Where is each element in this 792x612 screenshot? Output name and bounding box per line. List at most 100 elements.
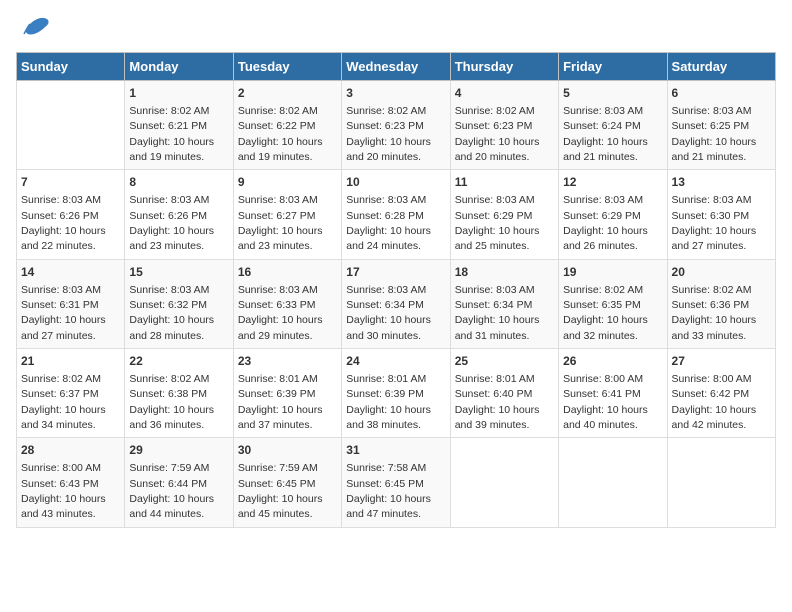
- day-number: 26: [563, 353, 662, 370]
- day-number: 30: [238, 442, 337, 459]
- day-info: Sunrise: 8:02 AM Sunset: 6:38 PM Dayligh…: [129, 373, 214, 431]
- day-number: 18: [455, 264, 554, 281]
- day-number: 1: [129, 85, 228, 102]
- header-sunday: Sunday: [17, 53, 125, 81]
- day-info: Sunrise: 8:03 AM Sunset: 6:28 PM Dayligh…: [346, 194, 431, 252]
- day-info: Sunrise: 8:01 AM Sunset: 6:39 PM Dayligh…: [346, 373, 431, 431]
- calendar-cell: 3 Sunrise: 8:02 AM Sunset: 6:23 PM Daylig…: [342, 81, 450, 170]
- calendar-cell: 17 Sunrise: 8:03 AM Sunset: 6:34 PM Dayli…: [342, 259, 450, 348]
- day-info: Sunrise: 8:02 AM Sunset: 6:23 PM Dayligh…: [455, 105, 540, 163]
- day-info: Sunrise: 7:59 AM Sunset: 6:44 PM Dayligh…: [129, 462, 214, 520]
- day-info: Sunrise: 8:01 AM Sunset: 6:39 PM Dayligh…: [238, 373, 323, 431]
- calendar-cell: 24 Sunrise: 8:01 AM Sunset: 6:39 PM Dayli…: [342, 349, 450, 438]
- day-info: Sunrise: 7:58 AM Sunset: 6:45 PM Dayligh…: [346, 462, 431, 520]
- day-number: 7: [21, 174, 120, 191]
- calendar-cell: 9 Sunrise: 8:03 AM Sunset: 6:27 PM Daylig…: [233, 170, 341, 259]
- day-number: 11: [455, 174, 554, 191]
- day-info: Sunrise: 8:02 AM Sunset: 6:23 PM Dayligh…: [346, 105, 431, 163]
- day-number: 29: [129, 442, 228, 459]
- day-number: 13: [672, 174, 771, 191]
- calendar-week-row: 14Sunrise: 8:03 AM Sunset: 6:31 PM Dayli…: [17, 259, 776, 348]
- day-number: 25: [455, 353, 554, 370]
- day-info: Sunrise: 8:03 AM Sunset: 6:31 PM Dayligh…: [21, 284, 106, 342]
- day-info: Sunrise: 8:03 AM Sunset: 6:29 PM Dayligh…: [455, 194, 540, 252]
- calendar-cell: 8 Sunrise: 8:03 AM Sunset: 6:26 PM Daylig…: [125, 170, 233, 259]
- day-info: Sunrise: 8:03 AM Sunset: 6:34 PM Dayligh…: [455, 284, 540, 342]
- calendar-cell: 18 Sunrise: 8:03 AM Sunset: 6:34 PM Dayli…: [450, 259, 558, 348]
- calendar-cell: 4Sunrise: 8:02 AM Sunset: 6:23 PM Daylig…: [450, 81, 558, 170]
- header-tuesday: Tuesday: [233, 53, 341, 81]
- calendar-cell: 7 Sunrise: 8:03 AM Sunset: 6:26 PM Daylig…: [17, 170, 125, 259]
- header-thursday: Thursday: [450, 53, 558, 81]
- day-number: 15: [129, 264, 228, 281]
- day-number: 24: [346, 353, 445, 370]
- day-info: Sunrise: 8:03 AM Sunset: 6:24 PM Dayligh…: [563, 105, 648, 163]
- day-number: 27: [672, 353, 771, 370]
- day-number: 16: [238, 264, 337, 281]
- day-number: 5: [563, 85, 662, 102]
- header-saturday: Saturday: [667, 53, 775, 81]
- calendar-cell: [667, 438, 775, 527]
- day-number: 2: [238, 85, 337, 102]
- day-info: Sunrise: 8:03 AM Sunset: 6:33 PM Dayligh…: [238, 284, 323, 342]
- day-number: 17: [346, 264, 445, 281]
- day-info: Sunrise: 7:59 AM Sunset: 6:45 PM Dayligh…: [238, 462, 323, 520]
- calendar-header-row: SundayMondayTuesdayWednesdayThursdayFrid…: [17, 53, 776, 81]
- day-number: 9: [238, 174, 337, 191]
- day-number: 3: [346, 85, 445, 102]
- calendar-cell: 6Sunrise: 8:03 AM Sunset: 6:25 PM Daylig…: [667, 81, 775, 170]
- day-info: Sunrise: 8:03 AM Sunset: 6:34 PM Dayligh…: [346, 284, 431, 342]
- calendar-cell: 28 Sunrise: 8:00 AM Sunset: 6:43 PM Dayli…: [17, 438, 125, 527]
- day-number: 22: [129, 353, 228, 370]
- day-info: Sunrise: 8:01 AM Sunset: 6:40 PM Dayligh…: [455, 373, 540, 431]
- calendar-week-row: 7 Sunrise: 8:03 AM Sunset: 6:26 PM Daylig…: [17, 170, 776, 259]
- day-info: Sunrise: 8:00 AM Sunset: 6:41 PM Dayligh…: [563, 373, 648, 431]
- day-info: Sunrise: 8:02 AM Sunset: 6:36 PM Dayligh…: [672, 284, 757, 342]
- calendar-week-row: 21Sunrise: 8:02 AM Sunset: 6:37 PM Dayli…: [17, 349, 776, 438]
- calendar-cell: 5 Sunrise: 8:03 AM Sunset: 6:24 PM Daylig…: [559, 81, 667, 170]
- calendar-cell: 2 Sunrise: 8:02 AM Sunset: 6:22 PM Daylig…: [233, 81, 341, 170]
- calendar-cell: 27 Sunrise: 8:00 AM Sunset: 6:42 PM Dayli…: [667, 349, 775, 438]
- calendar-cell: 20 Sunrise: 8:02 AM Sunset: 6:36 PM Dayli…: [667, 259, 775, 348]
- calendar-cell: 14Sunrise: 8:03 AM Sunset: 6:31 PM Dayli…: [17, 259, 125, 348]
- calendar-cell: 19 Sunrise: 8:02 AM Sunset: 6:35 PM Dayli…: [559, 259, 667, 348]
- calendar-cell: 10Sunrise: 8:03 AM Sunset: 6:28 PM Dayli…: [342, 170, 450, 259]
- day-info: Sunrise: 8:02 AM Sunset: 6:21 PM Dayligh…: [129, 105, 214, 163]
- day-number: 20: [672, 264, 771, 281]
- calendar-cell: 26 Sunrise: 8:00 AM Sunset: 6:41 PM Dayli…: [559, 349, 667, 438]
- calendar-cell: 12 Sunrise: 8:03 AM Sunset: 6:29 PM Dayli…: [559, 170, 667, 259]
- day-info: Sunrise: 8:03 AM Sunset: 6:26 PM Dayligh…: [129, 194, 214, 252]
- day-info: Sunrise: 8:03 AM Sunset: 6:27 PM Dayligh…: [238, 194, 323, 252]
- day-number: 12: [563, 174, 662, 191]
- calendar-cell: 1 Sunrise: 8:02 AM Sunset: 6:21 PM Daylig…: [125, 81, 233, 170]
- day-info: Sunrise: 8:02 AM Sunset: 6:35 PM Dayligh…: [563, 284, 648, 342]
- day-info: Sunrise: 8:03 AM Sunset: 6:26 PM Dayligh…: [21, 194, 106, 252]
- page-header: [16, 16, 776, 40]
- logo: [16, 16, 52, 40]
- header-wednesday: Wednesday: [342, 53, 450, 81]
- calendar-cell: [559, 438, 667, 527]
- calendar-cell: 15 Sunrise: 8:03 AM Sunset: 6:32 PM Dayli…: [125, 259, 233, 348]
- day-info: Sunrise: 8:02 AM Sunset: 6:22 PM Dayligh…: [238, 105, 323, 163]
- day-number: 23: [238, 353, 337, 370]
- calendar-table: SundayMondayTuesdayWednesdayThursdayFrid…: [16, 52, 776, 528]
- calendar-cell: 31Sunrise: 7:58 AM Sunset: 6:45 PM Dayli…: [342, 438, 450, 527]
- calendar-cell: 25 Sunrise: 8:01 AM Sunset: 6:40 PM Dayli…: [450, 349, 558, 438]
- day-info: Sunrise: 8:00 AM Sunset: 6:43 PM Dayligh…: [21, 462, 106, 520]
- day-info: Sunrise: 8:00 AM Sunset: 6:42 PM Dayligh…: [672, 373, 757, 431]
- day-info: Sunrise: 8:03 AM Sunset: 6:29 PM Dayligh…: [563, 194, 648, 252]
- calendar-cell: 21Sunrise: 8:02 AM Sunset: 6:37 PM Dayli…: [17, 349, 125, 438]
- day-info: Sunrise: 8:03 AM Sunset: 6:25 PM Dayligh…: [672, 105, 757, 163]
- day-number: 19: [563, 264, 662, 281]
- calendar-week-row: 1 Sunrise: 8:02 AM Sunset: 6:21 PM Daylig…: [17, 81, 776, 170]
- calendar-cell: 23 Sunrise: 8:01 AM Sunset: 6:39 PM Dayli…: [233, 349, 341, 438]
- day-number: 21: [21, 353, 120, 370]
- day-info: Sunrise: 8:03 AM Sunset: 6:32 PM Dayligh…: [129, 284, 214, 342]
- calendar-cell: 29 Sunrise: 7:59 AM Sunset: 6:44 PM Dayli…: [125, 438, 233, 527]
- calendar-cell: [17, 81, 125, 170]
- calendar-cell: 22 Sunrise: 8:02 AM Sunset: 6:38 PM Dayli…: [125, 349, 233, 438]
- day-number: 8: [129, 174, 228, 191]
- calendar-cell: 11 Sunrise: 8:03 AM Sunset: 6:29 PM Dayli…: [450, 170, 558, 259]
- logo-bird-icon: [20, 16, 52, 40]
- day-number: 28: [21, 442, 120, 459]
